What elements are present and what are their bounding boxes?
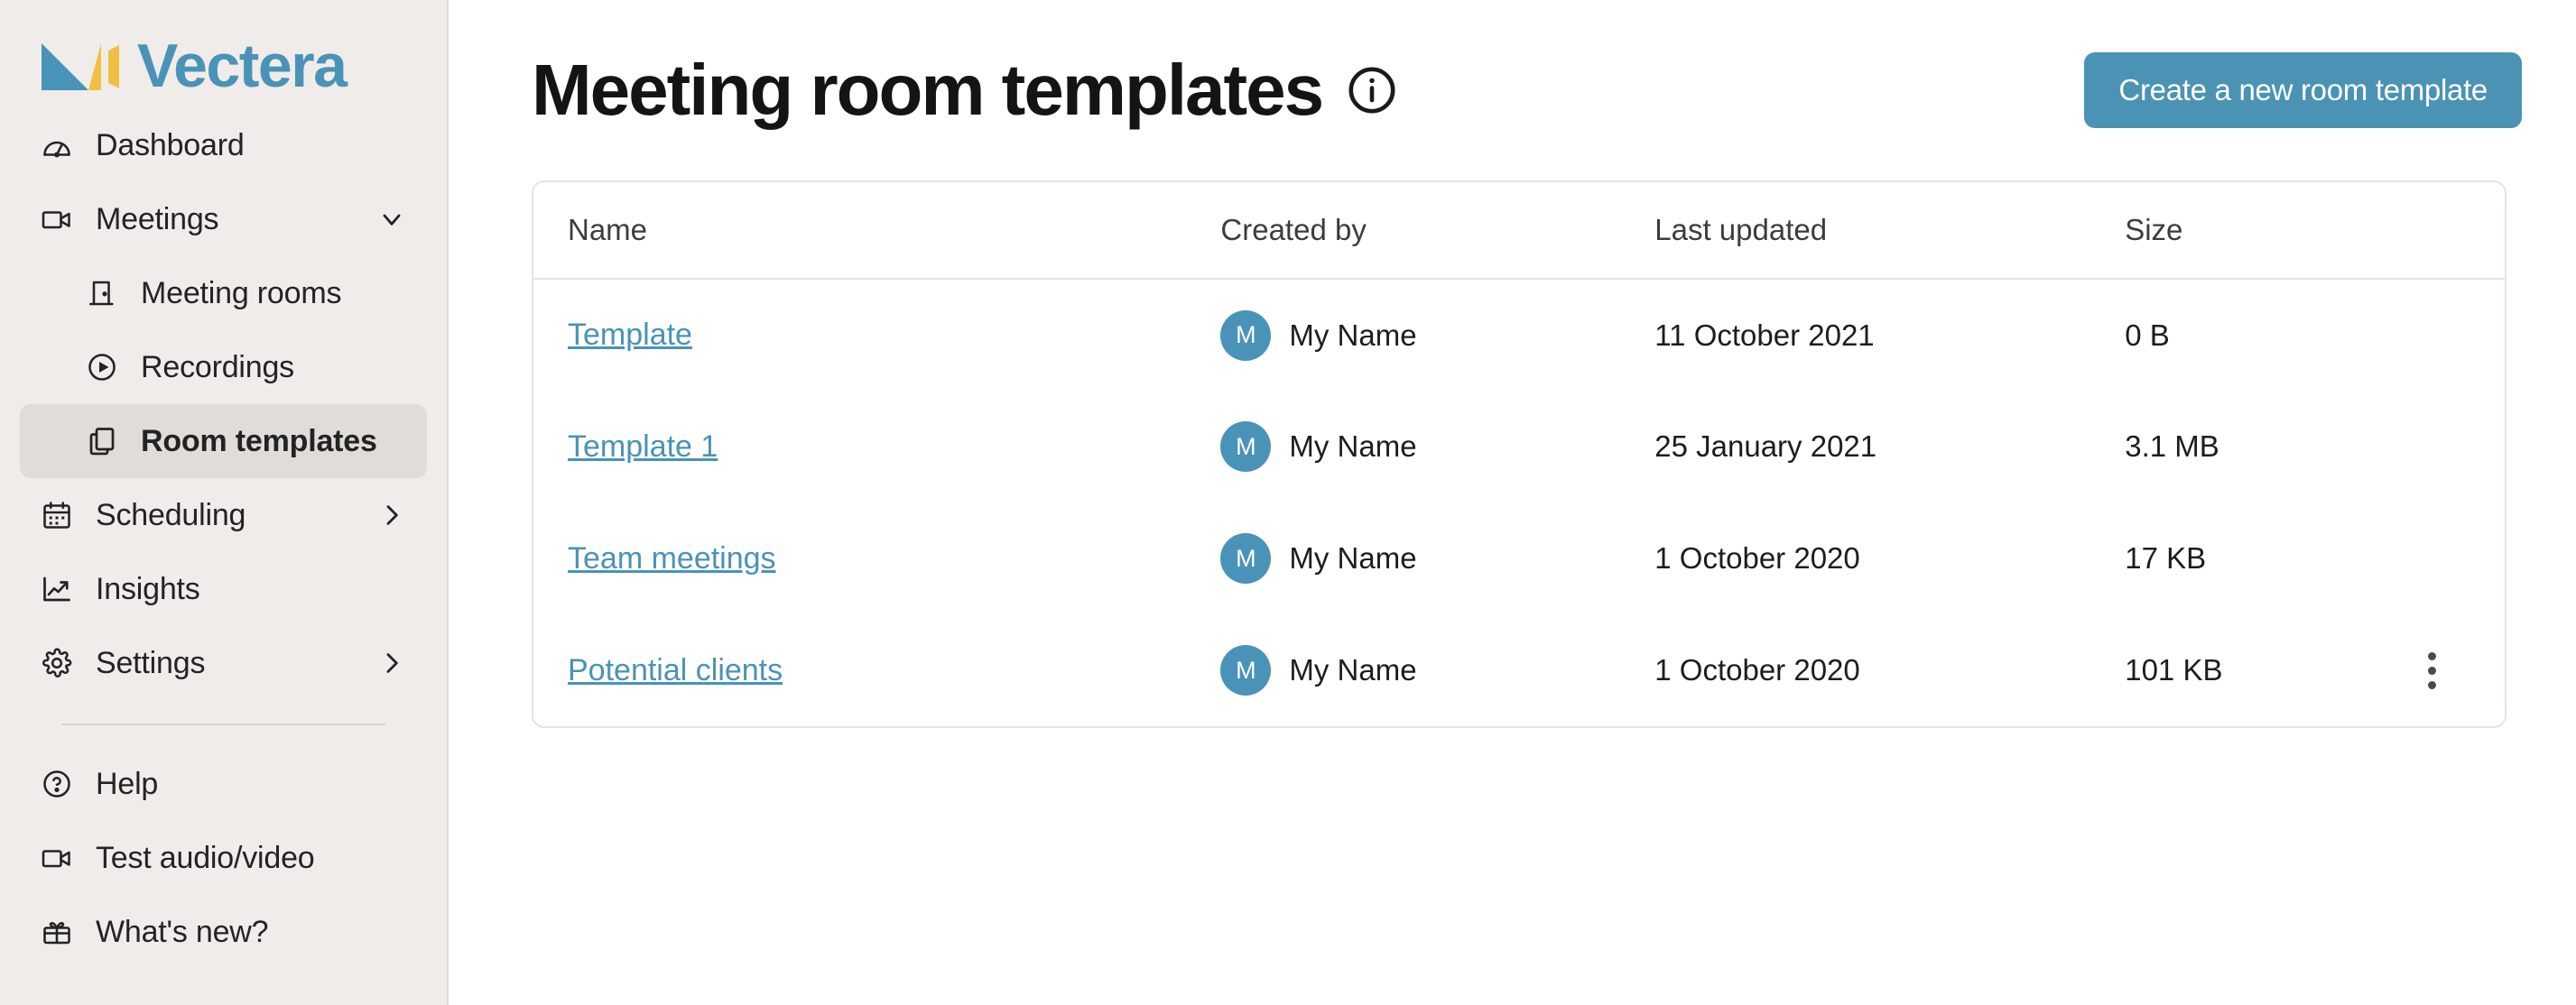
video-camera-icon xyxy=(40,841,74,875)
door-icon xyxy=(85,276,119,310)
column-header-name[interactable]: Name xyxy=(533,182,1221,280)
avatar: M xyxy=(1220,533,1272,584)
sidebar-nav: Dashboard Meetings Meeting rooms Recordi… xyxy=(0,108,447,969)
sidebar-item-scheduling[interactable]: Scheduling xyxy=(20,478,427,552)
brand-logo[interactable]: Vectera xyxy=(0,0,447,108)
table-row: Team meetings M My Name 1 October 2020 1… xyxy=(533,502,2505,614)
column-header-created-by[interactable]: Created by xyxy=(1220,182,1655,280)
sidebar-item-label: Room templates xyxy=(141,423,377,458)
gear-icon xyxy=(40,646,74,680)
last-updated-value: 11 October 2021 xyxy=(1654,318,1875,352)
size-value: 0 B xyxy=(2125,318,2170,352)
sidebar-item-whats-new[interactable]: What's new? xyxy=(20,895,427,969)
created-by-name: My Name xyxy=(1289,429,1417,463)
sidebar: Vectera Dashboard Meetings Meeting rooms… xyxy=(0,0,449,1005)
template-name-link[interactable]: Template xyxy=(568,318,692,352)
info-circle-icon[interactable] xyxy=(1346,64,1398,116)
question-circle-icon xyxy=(40,767,74,801)
sidebar-item-recordings[interactable]: Recordings xyxy=(20,330,427,404)
video-camera-icon xyxy=(40,202,74,236)
last-updated-value: 1 October 2020 xyxy=(1654,653,1860,687)
created-by-name: My Name xyxy=(1289,541,1417,575)
template-name-link[interactable]: Template 1 xyxy=(568,429,718,464)
last-updated-value: 25 January 2021 xyxy=(1654,429,1877,463)
table-header: Name Created by Last updated Size xyxy=(533,182,2505,280)
main-content: Meeting room templates Create a new room… xyxy=(449,0,2576,1005)
chevron-right-icon[interactable] xyxy=(376,500,407,530)
sidebar-item-room-templates[interactable]: Room templates xyxy=(20,404,427,478)
table-row: Template 1 M My Name 25 January 2021 3.1… xyxy=(533,391,2505,502)
created-by-name: My Name xyxy=(1289,318,1417,352)
templates-table-card: Name Created by Last updated Size Templa… xyxy=(532,180,2507,728)
sidebar-item-label: Scheduling xyxy=(96,497,246,532)
template-name-link[interactable]: Team meetings xyxy=(568,541,776,576)
last-updated-value: 1 October 2020 xyxy=(1654,541,1860,575)
trend-chart-icon xyxy=(40,572,74,606)
copy-icon xyxy=(85,424,119,458)
gauge-icon xyxy=(40,128,74,162)
brand-name: Vectera xyxy=(137,32,347,100)
table-row: Template M My Name 11 October 2021 0 B xyxy=(533,279,2505,391)
sidebar-item-label: What's new? xyxy=(96,914,269,949)
chevron-down-icon[interactable] xyxy=(376,204,407,235)
template-name-link[interactable]: Potential clients xyxy=(568,653,783,687)
calendar-icon xyxy=(40,498,74,532)
column-header-actions xyxy=(2395,182,2505,280)
row-actions-menu-icon[interactable] xyxy=(2405,643,2460,697)
table-row: Potential clients M My Name 1 October 20… xyxy=(533,614,2505,726)
sidebar-divider xyxy=(61,724,385,725)
sidebar-item-insights[interactable]: Insights xyxy=(20,552,427,626)
sidebar-item-settings[interactable]: Settings xyxy=(20,626,427,700)
sidebar-item-label: Settings xyxy=(96,645,206,680)
sidebar-item-label: Recordings xyxy=(141,349,294,384)
gift-icon xyxy=(40,915,74,949)
sidebar-item-label: Test audio/video xyxy=(96,840,315,875)
sidebar-item-label: Meeting rooms xyxy=(141,275,342,310)
created-by-name: My Name xyxy=(1289,653,1417,687)
table-body: Template M My Name 11 October 2021 0 B T xyxy=(533,279,2505,726)
page-header: Meeting room templates Create a new room… xyxy=(532,0,2522,180)
column-header-size[interactable]: Size xyxy=(2125,182,2396,280)
chevron-right-icon[interactable] xyxy=(376,648,407,678)
sidebar-item-dashboard[interactable]: Dashboard xyxy=(20,108,427,182)
sidebar-item-label: Meetings xyxy=(96,201,219,236)
sidebar-item-test-audio-video[interactable]: Test audio/video xyxy=(20,821,427,895)
column-header-last-updated[interactable]: Last updated xyxy=(1654,182,2126,280)
size-value: 101 KB xyxy=(2125,653,2223,687)
templates-table: Name Created by Last updated Size Templa… xyxy=(533,182,2505,726)
sidebar-item-label: Help xyxy=(96,766,159,801)
create-room-template-button[interactable]: Create a new room template xyxy=(2084,52,2522,128)
size-value: 17 KB xyxy=(2125,541,2207,575)
sidebar-item-meetings[interactable]: Meetings xyxy=(20,182,427,256)
table-header-row: Name Created by Last updated Size xyxy=(533,182,2505,280)
avatar: M xyxy=(1220,309,1272,361)
avatar: M xyxy=(1220,645,1272,696)
sidebar-item-label: Dashboard xyxy=(96,127,245,162)
sidebar-item-meeting-rooms[interactable]: Meeting rooms xyxy=(20,256,427,330)
size-value: 3.1 MB xyxy=(2125,429,2219,463)
play-circle-icon xyxy=(85,350,119,384)
vectera-m-logo-icon xyxy=(38,38,125,94)
app-root: Vectera Dashboard Meetings Meeting rooms… xyxy=(0,0,2576,1005)
avatar: M xyxy=(1220,421,1272,472)
sidebar-item-label: Insights xyxy=(96,571,200,606)
page-title: Meeting room templates xyxy=(532,50,1324,130)
sidebar-item-help[interactable]: Help xyxy=(20,747,427,821)
